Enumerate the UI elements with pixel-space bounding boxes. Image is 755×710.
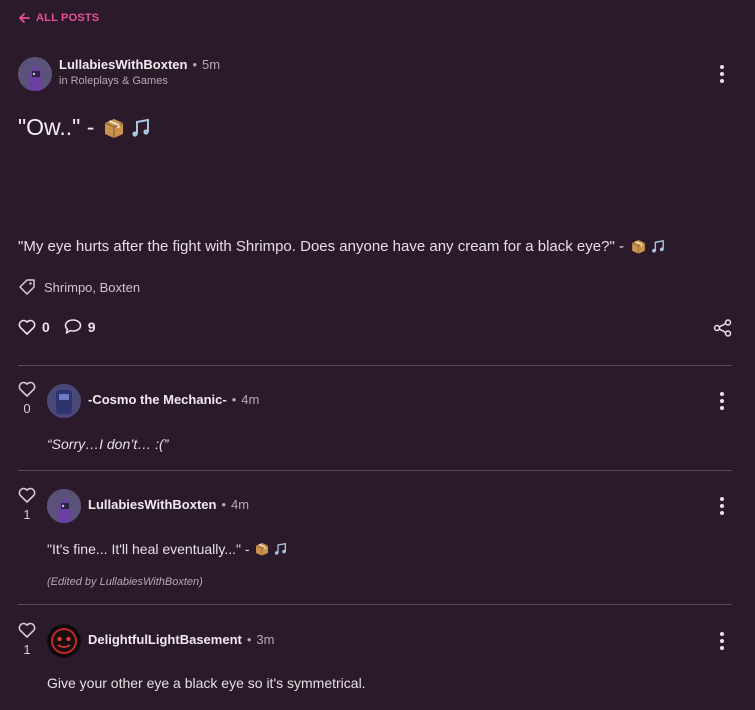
heart-icon[interactable] xyxy=(18,487,36,503)
divider xyxy=(18,470,732,471)
comment-more-options-icon[interactable] xyxy=(718,391,726,411)
divider xyxy=(18,365,732,366)
avatar-image xyxy=(47,489,81,523)
comment-author[interactable]: DelightfulLightBasement xyxy=(88,632,242,647)
like-button[interactable]: 0 xyxy=(18,319,50,335)
comment-like-count: 0 xyxy=(23,401,31,416)
post-time: 5m xyxy=(202,57,221,72)
edited-note: (Edited by LullabiesWithBoxten) xyxy=(47,576,203,588)
comment-bubble-icon xyxy=(64,319,82,334)
post-title: "Ow.." - xyxy=(18,114,152,141)
comment-like-column: 1 xyxy=(17,487,37,522)
comments-button[interactable]: 9 xyxy=(64,318,96,335)
heart-icon[interactable] xyxy=(18,622,36,638)
post-more-options-icon[interactable] xyxy=(718,64,726,84)
music-note-icon xyxy=(652,239,664,253)
post-tags: Shrimpo, Boxten xyxy=(18,278,140,296)
all-posts-label: ALL POSTS xyxy=(36,12,100,24)
tag-icon xyxy=(19,279,35,295)
like-count: 0 xyxy=(42,318,50,335)
comment-text: Give your other eye a black eye so it's … xyxy=(47,675,366,691)
avatar[interactable] xyxy=(47,624,81,658)
post-title-text: "Ow.." - xyxy=(18,114,95,140)
avatar-image xyxy=(18,57,52,91)
post-author-block: LullabiesWithBoxten • 5m in Roleplays & … xyxy=(59,57,220,87)
body-emoji xyxy=(630,238,666,255)
comment-like-count: 1 xyxy=(23,642,31,657)
avatar[interactable] xyxy=(47,384,81,418)
heart-icon[interactable] xyxy=(18,381,36,397)
comment-body: "It's fine... It'll heal eventually..." … xyxy=(47,541,288,557)
comment-like-column: 1 xyxy=(17,622,37,657)
comment-emoji xyxy=(254,541,288,557)
title-emoji xyxy=(102,116,152,140)
avatar-image xyxy=(47,384,81,418)
comment-author[interactable]: LullabiesWithBoxten xyxy=(88,497,216,512)
comment-meta: -Cosmo the Mechanic- • 4m xyxy=(88,392,259,407)
package-icon xyxy=(631,240,645,254)
arrow-left-icon xyxy=(19,13,30,23)
comment-meta: LullabiesWithBoxten • 4m xyxy=(88,497,249,512)
comment-author[interactable]: -Cosmo the Mechanic- xyxy=(88,392,227,407)
package-icon xyxy=(105,118,124,138)
comment-time: 4m xyxy=(231,497,250,512)
comment-more-options-icon[interactable] xyxy=(718,631,726,651)
music-note-icon xyxy=(132,118,150,137)
all-posts-link[interactable]: ALL POSTS xyxy=(18,12,99,24)
post-actions: 0 9 xyxy=(18,318,96,335)
avatar[interactable] xyxy=(47,489,81,523)
post-tags-text[interactable]: Shrimpo, Boxten xyxy=(44,280,140,295)
share-icon[interactable] xyxy=(713,319,732,342)
comment-time: 4m xyxy=(241,392,260,407)
heart-icon xyxy=(18,319,36,335)
post-category[interactable]: in Roleplays & Games xyxy=(59,75,220,87)
post-author[interactable]: LullabiesWithBoxten xyxy=(59,57,187,72)
separator-dot: • xyxy=(246,632,252,647)
post-body-text: "My eye hurts after the fight with Shrim… xyxy=(18,238,624,255)
music-note-icon xyxy=(274,542,286,555)
avatar[interactable] xyxy=(18,57,52,91)
post-body: "My eye hurts after the fight with Shrim… xyxy=(18,238,666,255)
comment-like-count: 1 xyxy=(23,507,31,522)
separator-dot: • xyxy=(221,497,227,512)
comment-text: “Sorry…I don’t… :(” xyxy=(47,436,169,452)
comment-meta: DelightfulLightBasement • 3m xyxy=(88,632,274,647)
divider xyxy=(18,604,732,605)
separator-dot: • xyxy=(192,57,198,72)
comment-text: "It's fine... It'll heal eventually..." … xyxy=(47,541,250,557)
avatar-image xyxy=(47,624,81,658)
package-icon xyxy=(255,543,268,556)
comment-more-options-icon[interactable] xyxy=(718,496,726,516)
separator-dot: • xyxy=(231,392,237,407)
comment-like-column: 0 xyxy=(17,381,37,416)
comment-count: 9 xyxy=(87,318,96,335)
comment-time: 3m xyxy=(256,632,275,647)
